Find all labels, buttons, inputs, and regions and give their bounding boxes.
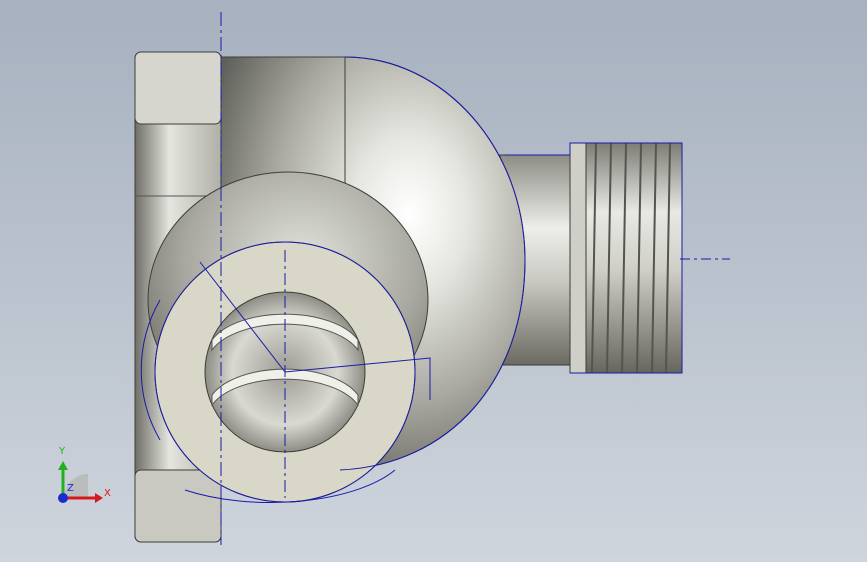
x-axis-label: X <box>104 488 111 499</box>
z-axis-icon <box>58 493 68 503</box>
z-axis-label: Z <box>67 483 74 494</box>
threaded-outlet[interactable] <box>569 142 683 374</box>
coordinate-triad: X Y Z <box>58 446 111 503</box>
model-scene[interactable]: X Y Z <box>0 0 867 562</box>
graphics-viewport[interactable]: X Y Z <box>0 0 867 562</box>
y-axis-label: Y <box>58 446 66 457</box>
